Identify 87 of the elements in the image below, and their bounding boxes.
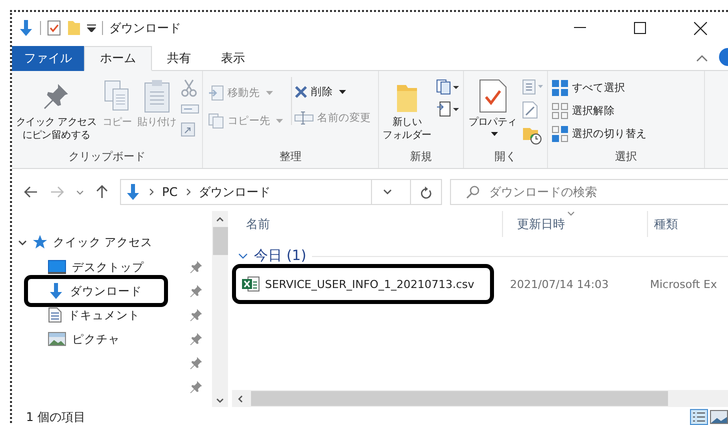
- properties-icon[interactable]: [47, 20, 61, 36]
- back-icon[interactable]: [24, 186, 38, 198]
- open-icon[interactable]: [522, 79, 544, 95]
- scroll-thumb[interactable]: [212, 227, 228, 255]
- delete-icon: [294, 85, 308, 99]
- caret-icon: [266, 91, 273, 95]
- ribbon-group-label: 開く: [494, 149, 518, 165]
- download-arrow-icon: [48, 282, 64, 300]
- ribbon-button[interactable]: 選択解除: [550, 102, 647, 120]
- window-title: ダウンロード: [109, 20, 181, 36]
- up-icon[interactable]: [96, 185, 108, 199]
- document-icon: [48, 307, 62, 323]
- easy-access-icon[interactable]: [436, 101, 460, 117]
- refresh-icon[interactable]: [420, 186, 432, 198]
- sort-caret-icon: [567, 211, 575, 216]
- copy-icon: [104, 79, 130, 113]
- horizontal-scrollbar[interactable]: [232, 390, 728, 407]
- address-bar[interactable]: PC ダウンロード: [120, 179, 442, 205]
- picture-icon: [48, 332, 66, 346]
- invert-selection-icon: [550, 125, 569, 143]
- group-header[interactable]: 今日 (1): [254, 247, 306, 265]
- scroll-thumb[interactable]: [251, 391, 668, 406]
- rename-icon: [294, 111, 314, 125]
- spreadsheet-file-icon: [242, 276, 260, 292]
- caret-icon: [338, 90, 346, 94]
- table-cell-text: 2021/07/14 14:03: [510, 278, 610, 290]
- ribbon-group-label: 新規: [408, 149, 433, 165]
- search-icon: [466, 185, 480, 199]
- dropdown-icon[interactable]: [382, 189, 392, 195]
- ribbon-tab[interactable]: ファイル: [12, 46, 84, 71]
- caret-icon: [276, 119, 284, 123]
- help-icon[interactable]: [718, 48, 728, 66]
- vertical-scrollbar[interactable]: [212, 211, 228, 407]
- nav-item[interactable]: ダウンロード: [24, 275, 168, 307]
- ribbon-button[interactable]: プロパティ: [467, 77, 518, 138]
- nav-item[interactable]: デスクトップ: [38, 256, 152, 278]
- ribbon-button[interactable]: クイック アクセス にピン留めする: [15, 77, 98, 144]
- column-header[interactable]: 更新日時: [502, 211, 647, 237]
- ribbon-button[interactable]: 選択の切り替え: [550, 125, 647, 143]
- ribbon-button[interactable]: 新しい フォルダー: [382, 77, 432, 144]
- select-all-icon: [550, 79, 569, 97]
- file-name[interactable]: SERVICE_USER_INFO_1_20210713.csv: [232, 264, 494, 304]
- breadcrumb[interactable]: PC: [162, 185, 178, 199]
- select-none-icon: [550, 102, 569, 120]
- new-item-icon[interactable]: [436, 79, 460, 95]
- move-icon: [208, 85, 224, 101]
- scroll-down-icon[interactable]: [216, 398, 224, 403]
- ribbon-button[interactable]: すべて選択: [550, 79, 647, 97]
- scroll-up-icon[interactable]: [216, 217, 224, 222]
- minimize-icon[interactable]: [574, 27, 586, 29]
- column-header[interactable]: 名前: [232, 211, 502, 237]
- ribbon-group-label: クリップボード: [68, 149, 147, 165]
- recent-locations-icon[interactable]: [76, 190, 84, 194]
- breadcrumb[interactable]: ダウンロード: [198, 184, 271, 200]
- column-header[interactable]: 種類: [647, 211, 728, 237]
- caret-icon: [490, 132, 498, 136]
- expand-chevron-icon[interactable]: [238, 252, 248, 260]
- chevron-icon: [149, 188, 154, 196]
- expand-chevron-icon[interactable]: [18, 238, 27, 246]
- download-arrow-icon[interactable]: [18, 19, 34, 37]
- caret-icon[interactable]: [87, 24, 96, 32]
- history-icon[interactable]: [522, 125, 544, 145]
- scroll-left-icon[interactable]: [238, 394, 243, 402]
- ribbon-button[interactable]: 削除: [294, 85, 371, 99]
- copy-icon: [208, 113, 224, 129]
- nav-item[interactable]: ドキュメント: [38, 304, 148, 326]
- chevron-icon: [186, 188, 191, 196]
- collapse-ribbon-icon[interactable]: [696, 54, 708, 62]
- item-count: 1 個の項目: [26, 408, 86, 425]
- maximize-icon[interactable]: [634, 22, 646, 34]
- ribbon-tab[interactable]: 表示: [206, 46, 260, 71]
- desktop-icon: [48, 260, 66, 274]
- ribbon-group-label: 整理: [278, 149, 303, 165]
- download-arrow-icon: [125, 183, 141, 201]
- clipboard-icon: [144, 79, 170, 113]
- search-field[interactable]: ダウンロードの検索: [450, 179, 728, 205]
- nav-item[interactable]: クイック アクセス: [53, 234, 153, 250]
- table-cell: Microsoft Ex: [650, 278, 718, 290]
- close-icon[interactable]: [694, 22, 707, 34]
- properties-icon: [478, 79, 506, 113]
- ribbon-group-label: 選択: [614, 149, 638, 165]
- ribbon-tab[interactable]: ホーム: [84, 46, 152, 71]
- details-view-icon[interactable]: [690, 409, 708, 425]
- ribbon-tab[interactable]: 共有: [152, 46, 206, 71]
- nav-item[interactable]: ピクチャ: [38, 328, 128, 350]
- thumbnail-view-icon[interactable]: [710, 409, 728, 425]
- star-icon: [33, 235, 47, 249]
